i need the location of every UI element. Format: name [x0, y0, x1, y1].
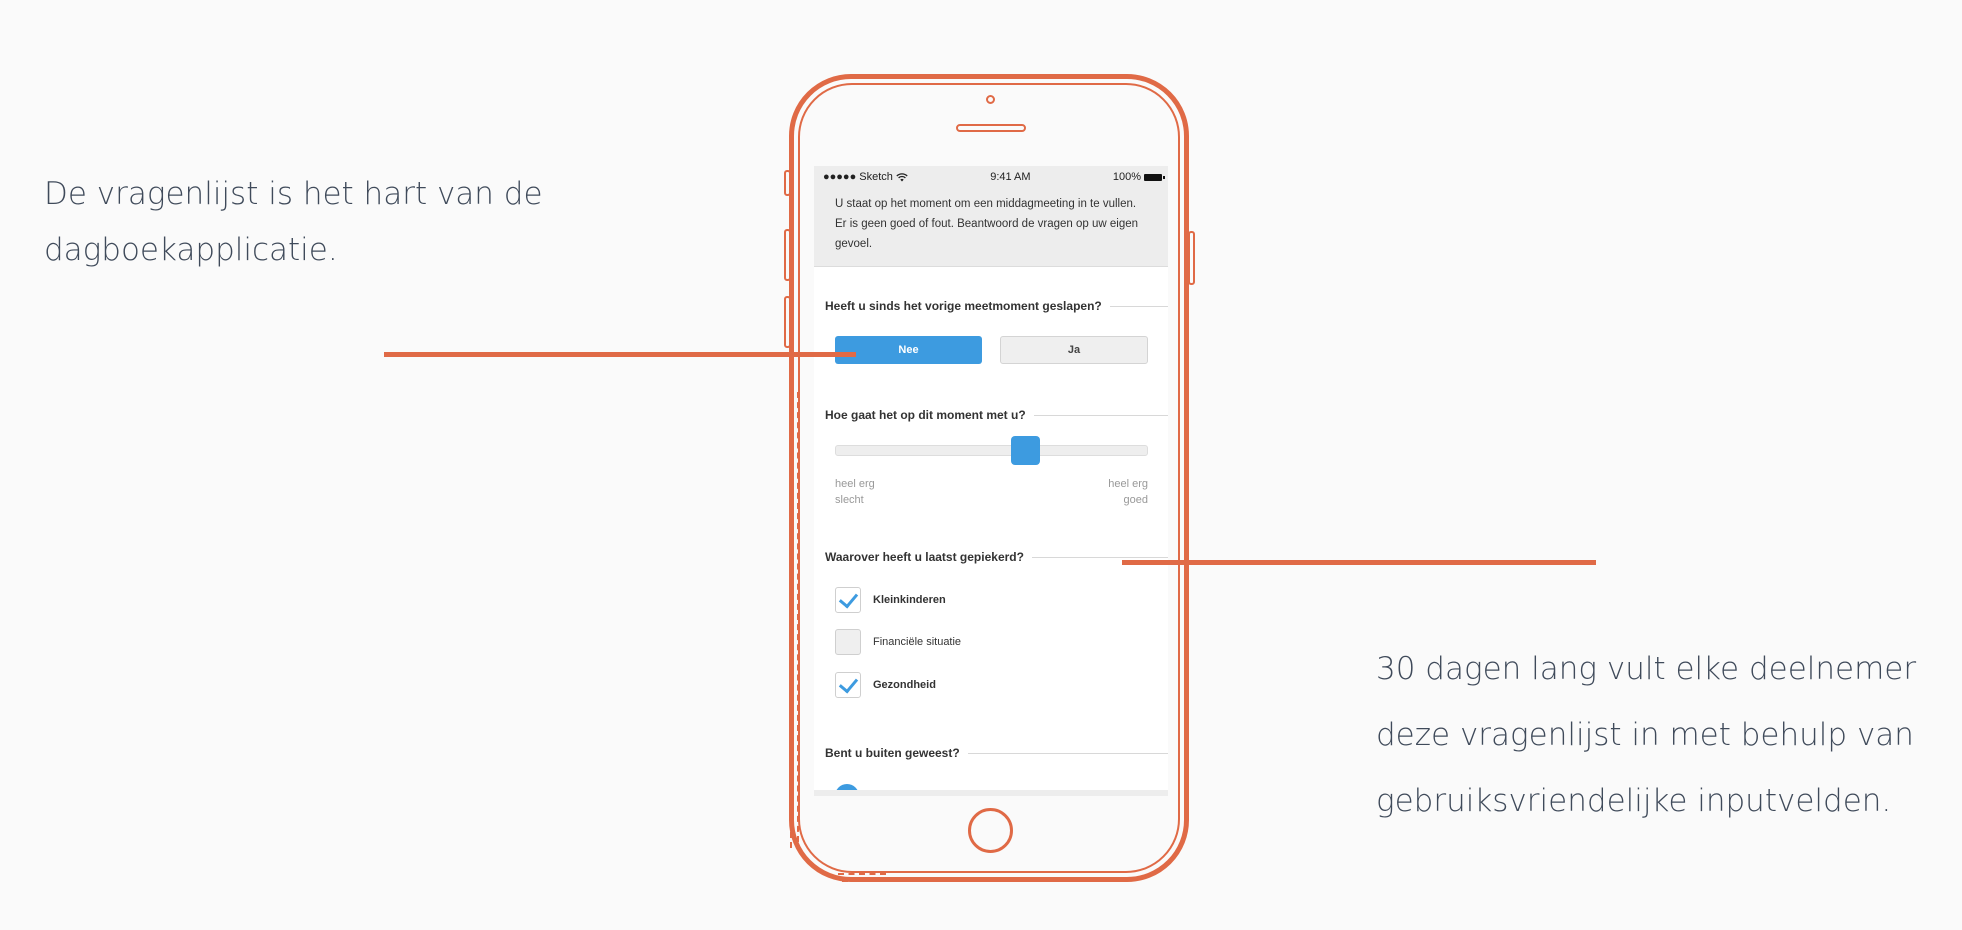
speaker-grille — [956, 124, 1026, 132]
slider-min-line1: heel erg — [835, 478, 875, 490]
power-button — [1188, 231, 1195, 285]
question-label: Bent u buiten geweest? — [825, 746, 960, 760]
mood-slider-track[interactable] — [835, 445, 1148, 456]
callout-line-left — [384, 352, 856, 357]
question-divider — [967, 752, 1168, 754]
question-label: Heeft u sinds het vorige meetmoment gesl… — [825, 299, 1102, 313]
caption-left: De vragenlijst is het hart van de dagboe… — [44, 176, 543, 268]
mood-slider-thumb[interactable] — [1011, 436, 1041, 465]
dashed-outline-left — [790, 392, 792, 848]
slider-max-label: heel erg goed — [1068, 476, 1148, 508]
checkmark-icon — [838, 672, 858, 694]
battery-icon — [1144, 173, 1165, 181]
question-label: Hoe gaat het op dit moment met u? — [825, 408, 1026, 422]
slider-max-line1: heel erg — [1108, 478, 1148, 490]
question-feeling: Hoe gaat het op dit moment met u? — [825, 408, 1168, 422]
question-worried: Waarover heeft u laatst gepiekerd? — [825, 550, 1168, 564]
slider-min-line2: slecht — [835, 494, 864, 506]
carrier-label: ●●●●● Sketch — [823, 171, 893, 183]
home-button[interactable] — [968, 808, 1013, 853]
slider-max-line2: goed — [1123, 494, 1148, 506]
checkmark-icon — [838, 587, 858, 609]
slider-min-label: heel erg slecht — [835, 476, 915, 508]
checkbox-checked[interactable] — [835, 672, 861, 698]
question-outside: Bent u buiten geweest? — [825, 746, 1168, 760]
checkbox-unchecked[interactable] — [835, 629, 861, 655]
question-label: Waarover heeft u laatst gepiekerd? — [825, 550, 1024, 564]
battery-percent: 100% — [1112, 171, 1141, 183]
question-divider — [1109, 305, 1168, 307]
dashed-outline-bottom-inner — [842, 880, 886, 882]
checkbox-row-kleinkinderen[interactable]: Kleinkinderen — [835, 587, 946, 613]
dashed-outline-bottom — [838, 873, 886, 875]
intro-text: U staat op het moment om een middagmeeti… — [814, 188, 1168, 267]
status-bar: ●●●●● Sketch 9:41 AM 100% — [814, 166, 1168, 188]
checkbox-checked[interactable] — [835, 587, 861, 613]
volume-up-button — [784, 229, 791, 281]
dashed-outline-left-inner — [797, 392, 799, 842]
screen-bottom-edge — [814, 790, 1168, 796]
phone-screen: ●●●●● Sketch 9:41 AM 100% U staat op het… — [814, 166, 1168, 796]
checkbox-label: Financiële situatie — [873, 636, 962, 648]
wifi-icon — [896, 172, 908, 181]
question-divider — [1033, 414, 1168, 416]
answer-ja-button[interactable]: Ja — [1000, 336, 1148, 364]
volume-down-button — [784, 296, 791, 348]
checkbox-label: Kleinkinderen — [873, 594, 946, 606]
status-carrier-group: ●●●●● Sketch — [823, 171, 908, 183]
mute-switch — [784, 170, 791, 196]
checkbox-row-financiele-situatie[interactable]: Financiële situatie — [835, 629, 961, 655]
question-divider — [1031, 556, 1168, 558]
question-slept: Heeft u sinds het vorige meetmoment gesl… — [825, 299, 1168, 313]
status-battery: 100% — [1112, 171, 1165, 183]
callout-line-right — [1122, 560, 1596, 565]
camera-icon — [986, 95, 995, 104]
checkbox-label: Gezondheid — [873, 679, 936, 691]
answer-nee-button[interactable]: Nee — [835, 336, 982, 364]
caption-right: 30 dagen lang vult elke deelnemer deze v… — [1376, 651, 1917, 819]
checkbox-row-gezondheid[interactable]: Gezondheid — [835, 672, 936, 698]
status-time: 9:41 AM — [990, 171, 1031, 183]
